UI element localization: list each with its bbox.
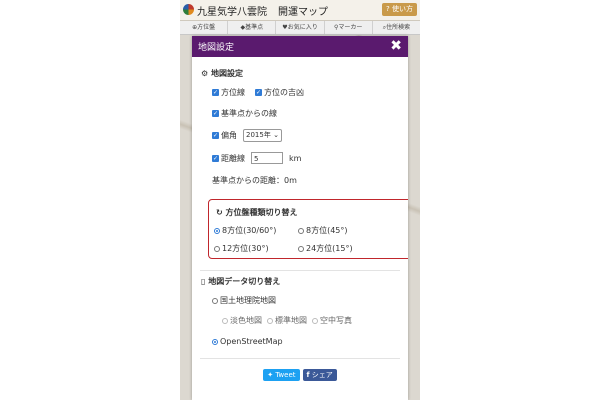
map-settings-modal: 地図設定 ✖ ⚙ 地図設定 ✓ 方位線 ✓ 方位の吉凶 ✓ 基準点からの線 ✓ … <box>192 36 408 400</box>
modal-header: 地図設定 ✖ <box>192 36 408 57</box>
option-label: 8方位(45°) <box>306 226 348 235</box>
compass-option-24-15[interactable]: 24方位(15°) <box>298 243 353 254</box>
help-button[interactable]: ? 使い方 <box>382 3 417 16</box>
chevron-down-icon: ⌄ <box>273 131 279 139</box>
brand-name: 九星気学八雲院 <box>197 7 267 18</box>
nav-base-point[interactable]: ◆基準点 <box>228 21 277 34</box>
direction-lines-row: ✓ 方位線 ✓ 方位の吉凶 <box>212 87 304 98</box>
declination-row: ✓ 偏角 2015年 ⌄ <box>212 129 282 142</box>
map-settings-heading: ⚙ 地図設定 <box>201 68 243 79</box>
nav-label: 住所検索 <box>386 24 411 31</box>
radio-standard-map[interactable] <box>267 317 273 324</box>
nav-label: お気に入り <box>287 24 318 31</box>
distance-input[interactable]: 5 <box>251 152 283 164</box>
aerial-photo-label: 空中写真 <box>320 316 352 325</box>
radio-8-45[interactable] <box>298 227 304 234</box>
direction-fortune-label: 方位の吉凶 <box>264 88 304 97</box>
direction-lines-checkbox[interactable]: ✓ <box>212 89 219 96</box>
nav-label: マーカー <box>338 24 363 31</box>
compass-option-8-45[interactable]: 8方位(45°) <box>298 225 348 236</box>
direction-fortune-checkbox[interactable]: ✓ <box>255 89 262 96</box>
nav-bar: ⊕方位盤 ◆基準点 ♥お気に入り ⚲マーカー ⌕住所検索 <box>180 21 420 35</box>
distance-from-base-text: 基準点からの距離：0m <box>212 176 297 185</box>
share-row: ✦ Tweet f シェア <box>192 369 408 381</box>
refresh-icon: ↻ <box>216 208 223 217</box>
map-icon: ▯ <box>201 277 206 286</box>
facebook-label: シェア <box>311 371 333 379</box>
compass-option-12-30[interactable]: 12方位(30°) <box>214 243 269 254</box>
app-header: 九星気学八雲院 開運マップ ? 使い方 <box>180 0 420 21</box>
osm-label: OpenStreetMap <box>220 337 283 346</box>
tweet-button[interactable]: ✦ Tweet <box>263 369 300 381</box>
distance-lines-row: ✓ 距離線 5 km <box>212 152 301 164</box>
divider <box>200 270 400 271</box>
distance-lines-checkbox[interactable]: ✓ <box>212 154 219 162</box>
close-icon[interactable]: ✖ <box>390 37 402 55</box>
radio-aerial-photo[interactable] <box>312 317 318 324</box>
nav-marker[interactable]: ⚲マーカー <box>325 21 373 34</box>
standard-map-label: 標準地図 <box>275 316 307 325</box>
nav-favorites[interactable]: ♥お気に入り <box>276 21 325 34</box>
help-label: 使い方 <box>392 5 413 13</box>
gsi-map-option[interactable]: 国土地理院地図 <box>212 295 276 306</box>
distance-unit: km <box>289 153 302 163</box>
section-title-text: 地図設定 <box>210 69 243 78</box>
declination-checkbox[interactable]: ✓ <box>212 132 219 139</box>
option-label: 24方位(15°) <box>306 244 353 253</box>
radio-gsi[interactable] <box>212 297 218 304</box>
modal-title: 地図設定 <box>198 43 235 53</box>
compass-option-8-30[interactable]: 8方位(30/60°) <box>214 225 276 236</box>
nav-address-search[interactable]: ⌕住所検索 <box>373 21 420 34</box>
compass-type-heading: ↻ 方位盤種類切り替え <box>216 207 298 218</box>
map-data-heading: ▯ 地図データ切り替え <box>201 276 280 287</box>
option-label: 8方位(30/60°) <box>222 226 277 235</box>
radio-8-30[interactable] <box>214 227 220 234</box>
gear-icon: ⚙ <box>201 69 209 78</box>
radio-pale-map[interactable] <box>222 317 228 324</box>
option-label: 12方位(30°) <box>222 244 269 253</box>
gsi-sub-options: 淡色地図 標準地図 空中写真 <box>222 315 352 326</box>
gsi-label: 国土地理院地図 <box>220 296 276 305</box>
section-title-text: 方位盤種類切り替え <box>225 208 298 217</box>
twitter-bird-icon: ✦ <box>267 371 274 379</box>
radio-24-15[interactable] <box>298 245 304 252</box>
osm-option[interactable]: OpenStreetMap <box>212 337 283 346</box>
question-icon: ? <box>386 5 390 13</box>
tweet-label: Tweet <box>275 371 296 379</box>
app-title: 開運マップ <box>278 7 328 18</box>
base-lines-row: ✓ 基準点からの線 <box>212 108 277 119</box>
kyusei-logo-icon <box>183 4 194 15</box>
radio-12-30[interactable] <box>214 245 220 252</box>
declination-label: 偏角 <box>221 131 237 140</box>
section-title-text: 地図データ切り替え <box>208 277 281 286</box>
declination-selected: 2015年 <box>246 131 271 139</box>
distance-from-base: 基準点からの距離：0m <box>212 175 297 186</box>
direction-lines-label: 方位線 <box>221 88 245 97</box>
phone-viewport: 九星気学八雲院 開運マップ ? 使い方 ⊕方位盤 ◆基準点 ♥お気に入り ⚲マー… <box>180 0 420 400</box>
pale-map-label: 淡色地図 <box>230 316 262 325</box>
facebook-share-button[interactable]: f シェア <box>302 369 337 381</box>
facebook-icon: f <box>306 371 310 379</box>
nav-label: 方位盤 <box>197 24 216 31</box>
base-lines-label: 基準点からの線 <box>221 109 277 118</box>
distance-lines-label: 距離線 <box>221 153 245 163</box>
divider <box>200 358 400 359</box>
radio-osm[interactable] <box>212 338 218 345</box>
base-lines-checkbox[interactable]: ✓ <box>212 110 219 117</box>
nav-compass[interactable]: ⊕方位盤 <box>180 21 229 34</box>
declination-select[interactable]: 2015年 ⌄ <box>243 129 282 142</box>
nav-label: 基準点 <box>245 24 264 31</box>
